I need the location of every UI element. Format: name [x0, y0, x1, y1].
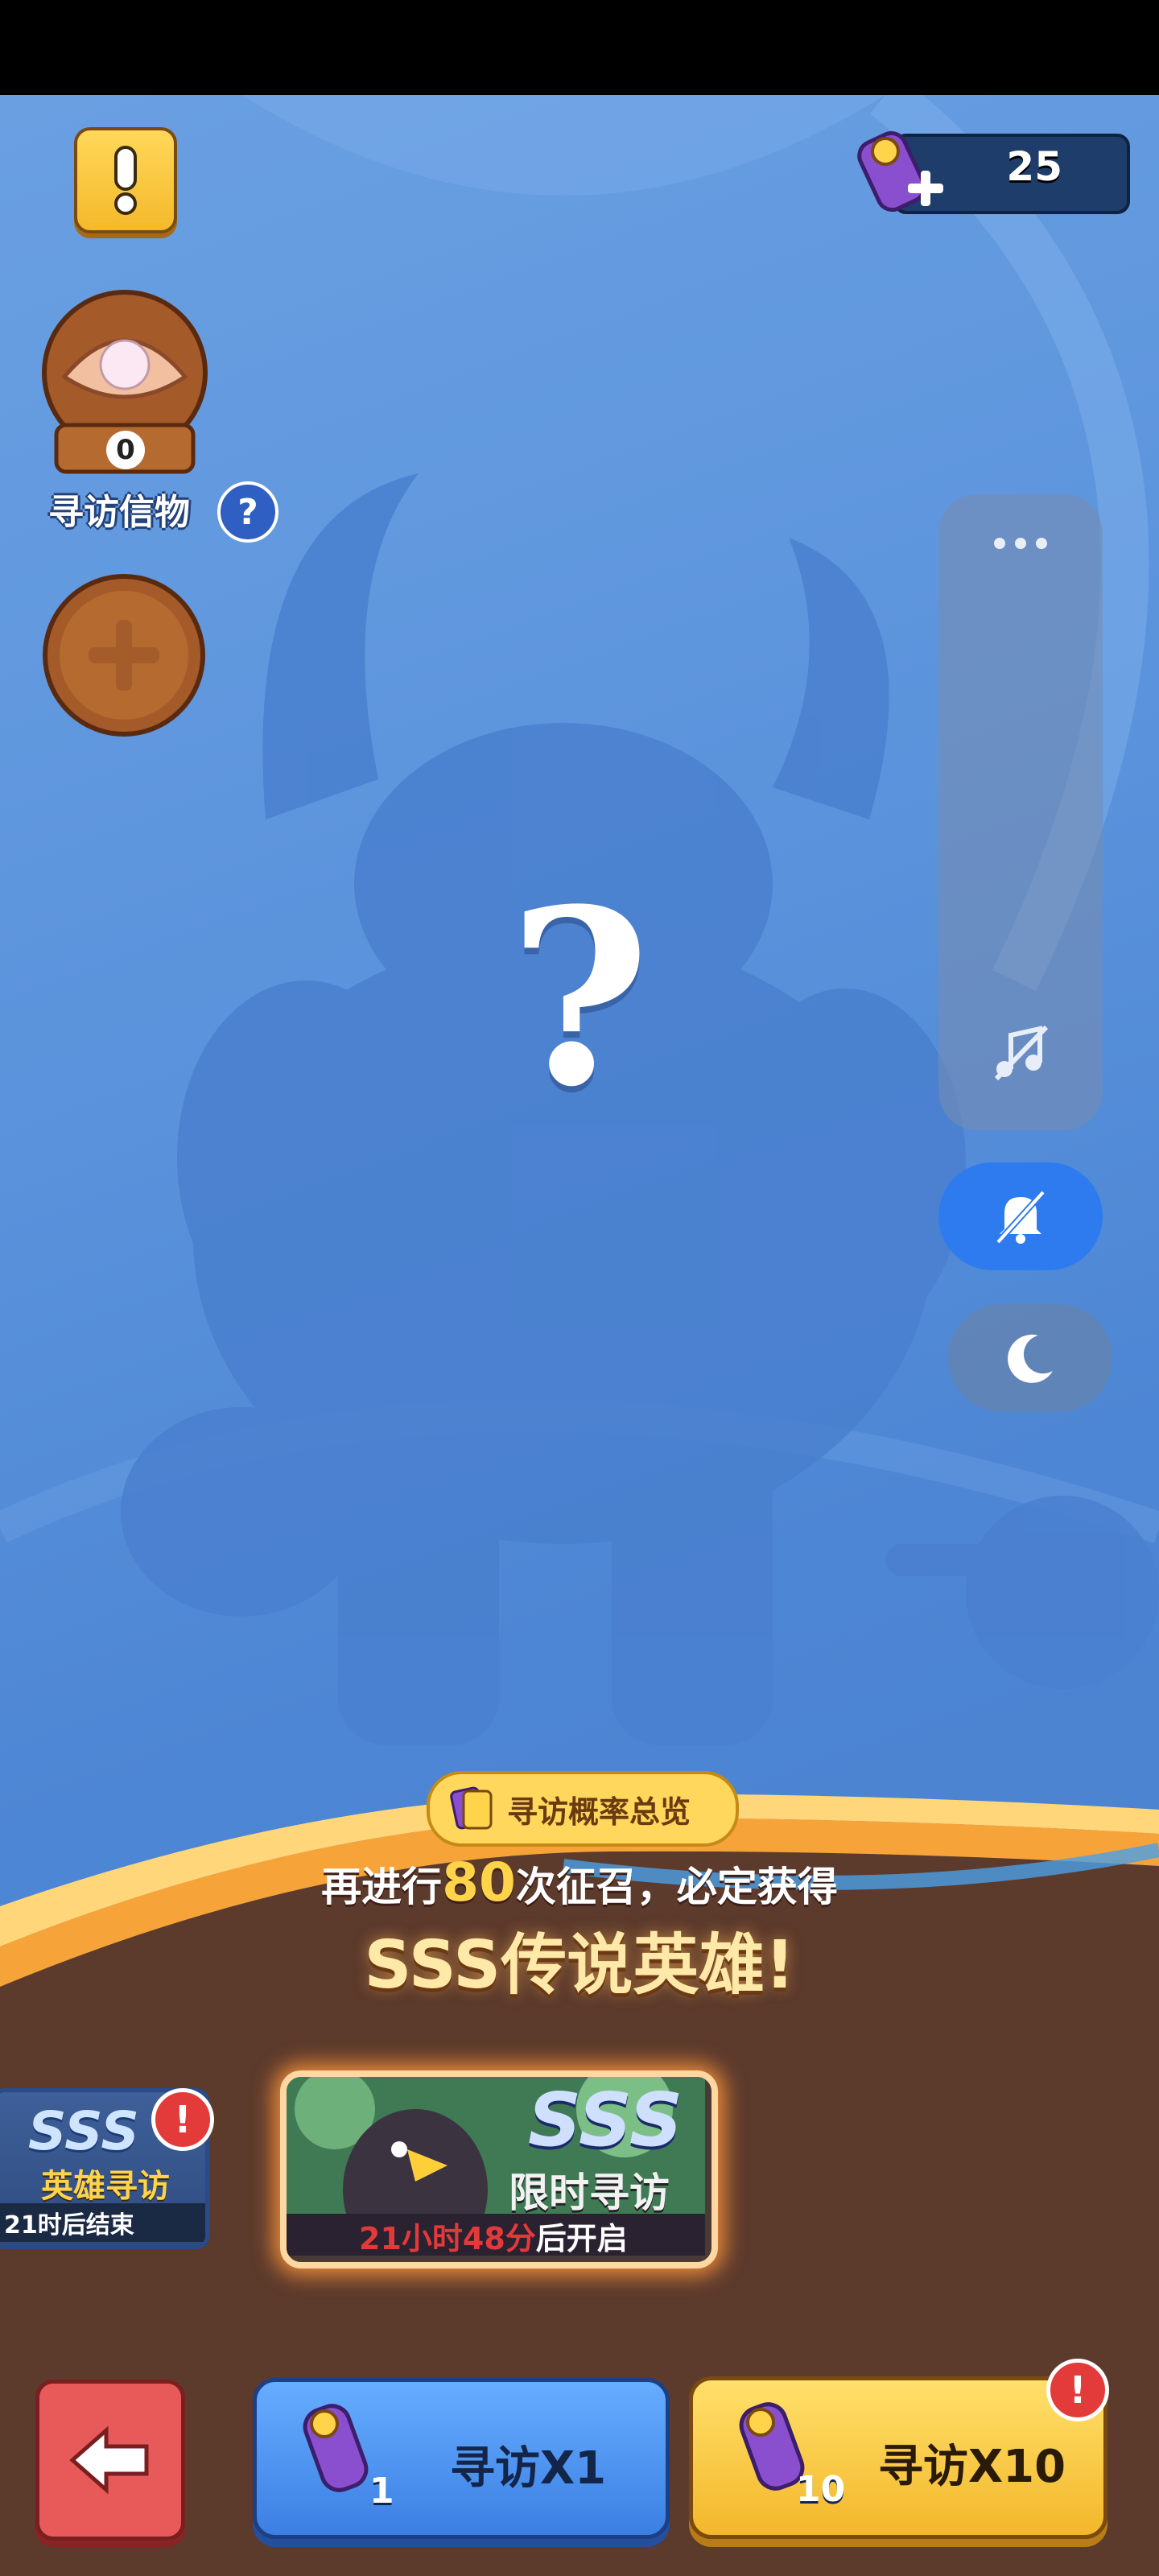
probability-overview-label: 寻访概率总览: [507, 1794, 691, 1830]
token-label: 寻访信物: [48, 492, 190, 533]
moon-icon: [1008, 1334, 1053, 1383]
summon-ten-alert-badge: !: [1046, 2359, 1109, 2421]
notice-button[interactable]: [74, 127, 177, 233]
back-button[interactable]: [35, 2380, 185, 2541]
summon-once-count: 1: [369, 2471, 394, 2512]
pity-counter-text: 再进行80次征召，必定获得: [0, 1852, 1159, 1913]
pity-prefix: 再进行: [321, 1864, 443, 1910]
summon-ten-button[interactable]: 10 寻访X10: [689, 2376, 1107, 2539]
summon-once-label: 寻访X1: [450, 2442, 607, 2495]
night-mode-button[interactable]: [948, 1304, 1112, 1412]
pearl-count: 0: [106, 431, 145, 469]
status-bar: [0, 0, 1159, 95]
empty-slot-button[interactable]: [42, 572, 206, 739]
hero-banner-timer: 21时后结束: [4, 2211, 134, 2240]
currency-value: 25: [1006, 143, 1062, 190]
summon-once-button[interactable]: 1 寻访X1: [253, 2378, 670, 2539]
bell-off-icon: [996, 1190, 1046, 1245]
sss-reward-title: SSS传说英雄!: [364, 1927, 795, 2004]
limited-banner-sss: SSS: [528, 2077, 683, 2163]
limited-banner-timer-suffix: 后开启: [535, 2221, 628, 2256]
hero-banner-title: 英雄寻访: [41, 2168, 170, 2205]
mystery-hero-symbol: ?: [509, 856, 650, 1140]
hero-banner-alert-badge: !: [151, 2088, 214, 2151]
more-icon[interactable]: [987, 531, 1054, 555]
pity-count: 80: [442, 1852, 516, 1913]
summon-ten-label: 寻访X10: [878, 2441, 1066, 2493]
probability-overview-button[interactable]: 寻访概率总览: [427, 1771, 739, 1847]
help-icon[interactable]: ?: [217, 481, 278, 543]
hero-banner-sss: SSS: [28, 2100, 139, 2162]
limited-banner-timer-value: 21小时48分: [359, 2221, 536, 2256]
summon-ten-count: 10: [796, 2469, 846, 2510]
limited-banner-timer: 21小时48分后开启: [359, 2214, 628, 2258]
back-arrow-icon: [69, 2425, 149, 2495]
card-icon: [450, 1786, 493, 1830]
limited-summon-banner[interactable]: SSS 限时寻访 21小时48分后开启: [280, 2070, 718, 2268]
limited-banner-title: 限时寻访: [509, 2169, 670, 2216]
scroll-icon[interactable]: [852, 119, 956, 224]
pearl-icon: [99, 339, 151, 390]
pity-suffix: 次征召，必定获得: [515, 1864, 838, 1910]
alert-icon: [114, 146, 137, 215]
mute-notification-button[interactable]: [938, 1162, 1103, 1270]
